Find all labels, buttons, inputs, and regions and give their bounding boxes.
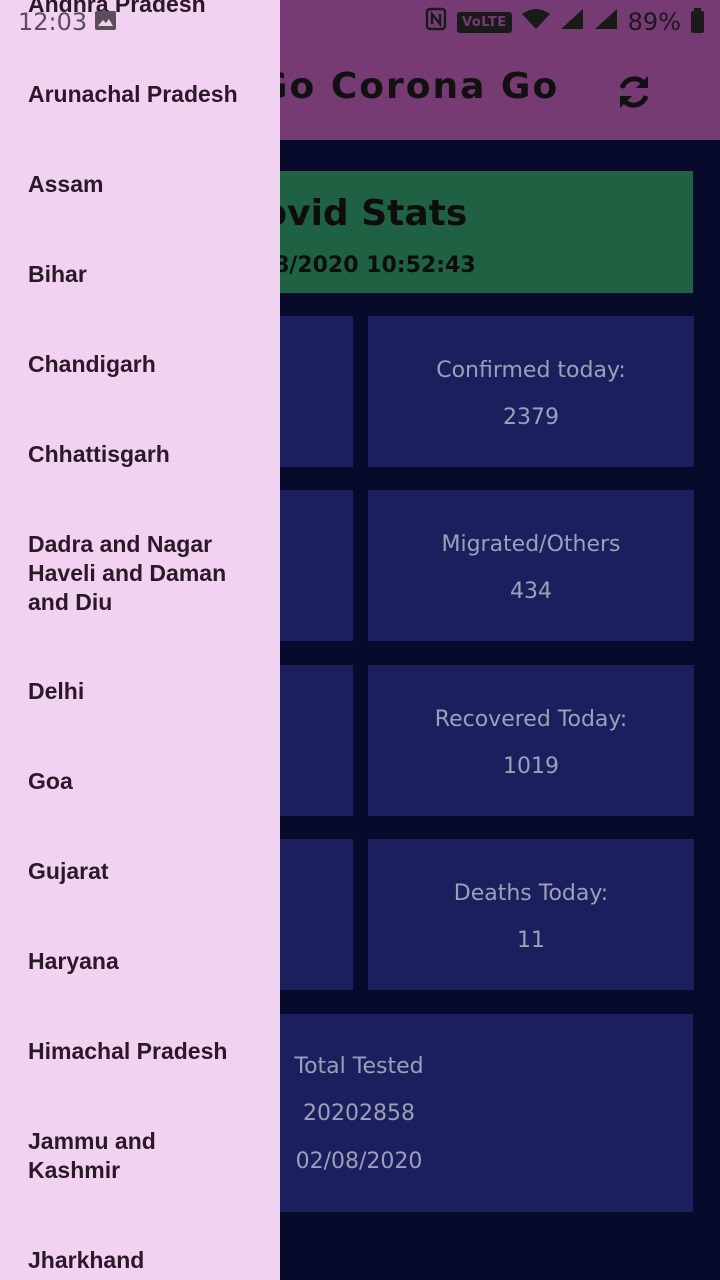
stat-card-left-2	[280, 490, 353, 641]
status-time: 12:03	[18, 8, 88, 36]
drawer-item-assam[interactable]: Assam	[28, 170, 268, 199]
stat-card-left-4	[280, 839, 353, 990]
signal-icon	[560, 8, 584, 36]
screen: VoLTE 89% Go Corona Go India Covid Stats…	[0, 0, 720, 1280]
image-notification-icon	[95, 11, 116, 30]
wifi-icon	[521, 8, 550, 36]
drawer-item-arunachal-pradesh[interactable]: Arunachal Pradesh	[28, 80, 268, 109]
navigation-drawer: Andhra Pradesh 12:03 Arunachal Pradesh A…	[0, 0, 280, 1280]
drawer-item-jammu-and-kashmir[interactable]: Jammu and Kashmir	[28, 1127, 198, 1185]
total-tested-value: 20202858	[303, 1101, 415, 1126]
deaths-today-label: Deaths Today:	[453, 881, 609, 906]
drawer-item-gujarat[interactable]: Gujarat	[28, 857, 268, 886]
confirmed-today-value: 2379	[503, 405, 559, 430]
total-tested-date: 02/08/2020	[295, 1149, 423, 1174]
drawer-item-himachal-pradesh[interactable]: Himachal Pradesh	[28, 1037, 268, 1066]
status-icons: VoLTE 89%	[425, 6, 704, 38]
drawer-item-goa[interactable]: Goa	[28, 767, 268, 796]
signal-icon-2	[594, 8, 618, 36]
refresh-icon	[619, 76, 649, 108]
drawer-item-dadra-nagar-haveli-daman-diu[interactable]: Dadra and Nagar Haveli and Daman and Diu	[28, 530, 268, 617]
drawer-item-jharkhand[interactable]: Jharkhand	[28, 1246, 268, 1275]
total-tested-card: Total Tested 20202858 02/08/2020	[280, 1014, 693, 1212]
drawer-item-delhi[interactable]: Delhi	[28, 677, 268, 706]
refresh-button[interactable]	[612, 70, 656, 114]
drawer-item-chandigarh[interactable]: Chandigarh	[28, 350, 268, 379]
drawer-item-chhattisgarh[interactable]: Chhattisgarh	[28, 440, 268, 469]
battery-percent: 89%	[627, 8, 681, 36]
migrated-card: Migrated/Others 434	[368, 490, 694, 641]
stat-card-left-3	[280, 665, 353, 816]
deaths-today-card: Deaths Today: 11	[368, 839, 694, 990]
stat-card-left-1	[280, 316, 353, 467]
migrated-value: 434	[510, 579, 552, 604]
drawer-item-bihar[interactable]: Bihar	[28, 260, 268, 289]
drawer-item-haryana[interactable]: Haryana	[28, 947, 268, 976]
header-card: India Covid Stats 02/08/2020 10:52:43	[122, 171, 693, 293]
app-title: Go Corona Go	[258, 66, 560, 107]
recovered-today-card: Recovered Today: 1019	[368, 665, 694, 816]
confirmed-today-card: Confirmed today: 2379	[368, 316, 694, 467]
confirmed-today-label: Confirmed today:	[436, 358, 626, 383]
volte-badge: VoLTE	[456, 11, 512, 33]
recovered-today-value: 1019	[503, 754, 559, 779]
nfc-icon	[425, 7, 447, 37]
total-tested-label: Total Tested	[294, 1054, 424, 1079]
recovered-today-label: Recovered Today:	[434, 707, 628, 732]
battery-icon	[691, 8, 704, 33]
migrated-label: Migrated/Others	[441, 532, 621, 557]
deaths-today-value: 11	[517, 928, 545, 953]
